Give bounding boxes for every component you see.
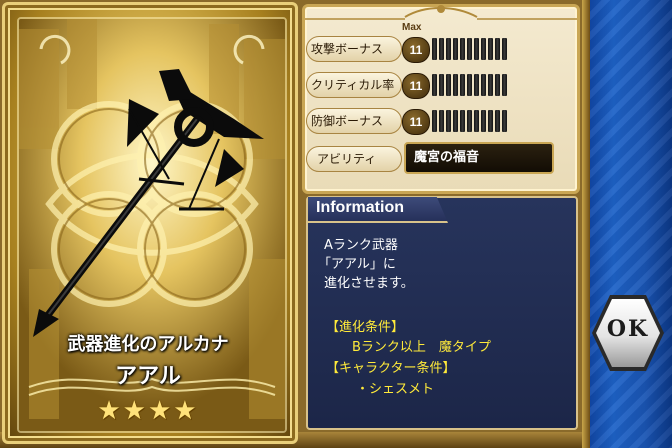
- info-line-evolve: 進化させます。: [324, 276, 414, 291]
- info-line-rank: Aランク武器: [324, 238, 398, 253]
- stat-label-critical: クリティカル率: [306, 72, 402, 98]
- card-weapon-name: アアル: [115, 363, 181, 389]
- ok-button-label[interactable]: OK: [590, 316, 666, 342]
- stat-bars-attack: [432, 38, 510, 60]
- max-label: Max: [402, 22, 422, 33]
- stat-bars-defense: [432, 110, 510, 132]
- stat-value-attack: 11: [402, 37, 430, 63]
- info-line-condition: Bランク以上 魔タイプ: [352, 340, 491, 355]
- info-panel: [306, 196, 578, 430]
- stat-value-defense: 11: [402, 109, 430, 135]
- panel-ornament: [305, 5, 577, 20]
- stat-value-critical: 11: [402, 73, 430, 99]
- info-line-condition-header: 【進化条件】: [326, 320, 405, 335]
- side-background: [582, 0, 672, 448]
- info-line-character-header: 【キャラクター条件】: [326, 361, 456, 376]
- info-line-character: ・シェスメト: [356, 382, 435, 397]
- stat-label-attack: 攻撃ボーナス: [306, 36, 402, 62]
- stat-bars-critical: [432, 74, 510, 96]
- info-line-target: 「アアル」に: [318, 257, 396, 272]
- card-weapon-type: 武器進化のアルカナ: [67, 334, 229, 355]
- ability-label: アビリティ: [306, 146, 402, 172]
- rarity-stars: ★★★★: [97, 396, 199, 426]
- ability-value: 魔宮の福音: [404, 142, 554, 174]
- stat-label-defense: 防御ボーナス: [306, 108, 402, 134]
- info-title: Information: [316, 199, 404, 216]
